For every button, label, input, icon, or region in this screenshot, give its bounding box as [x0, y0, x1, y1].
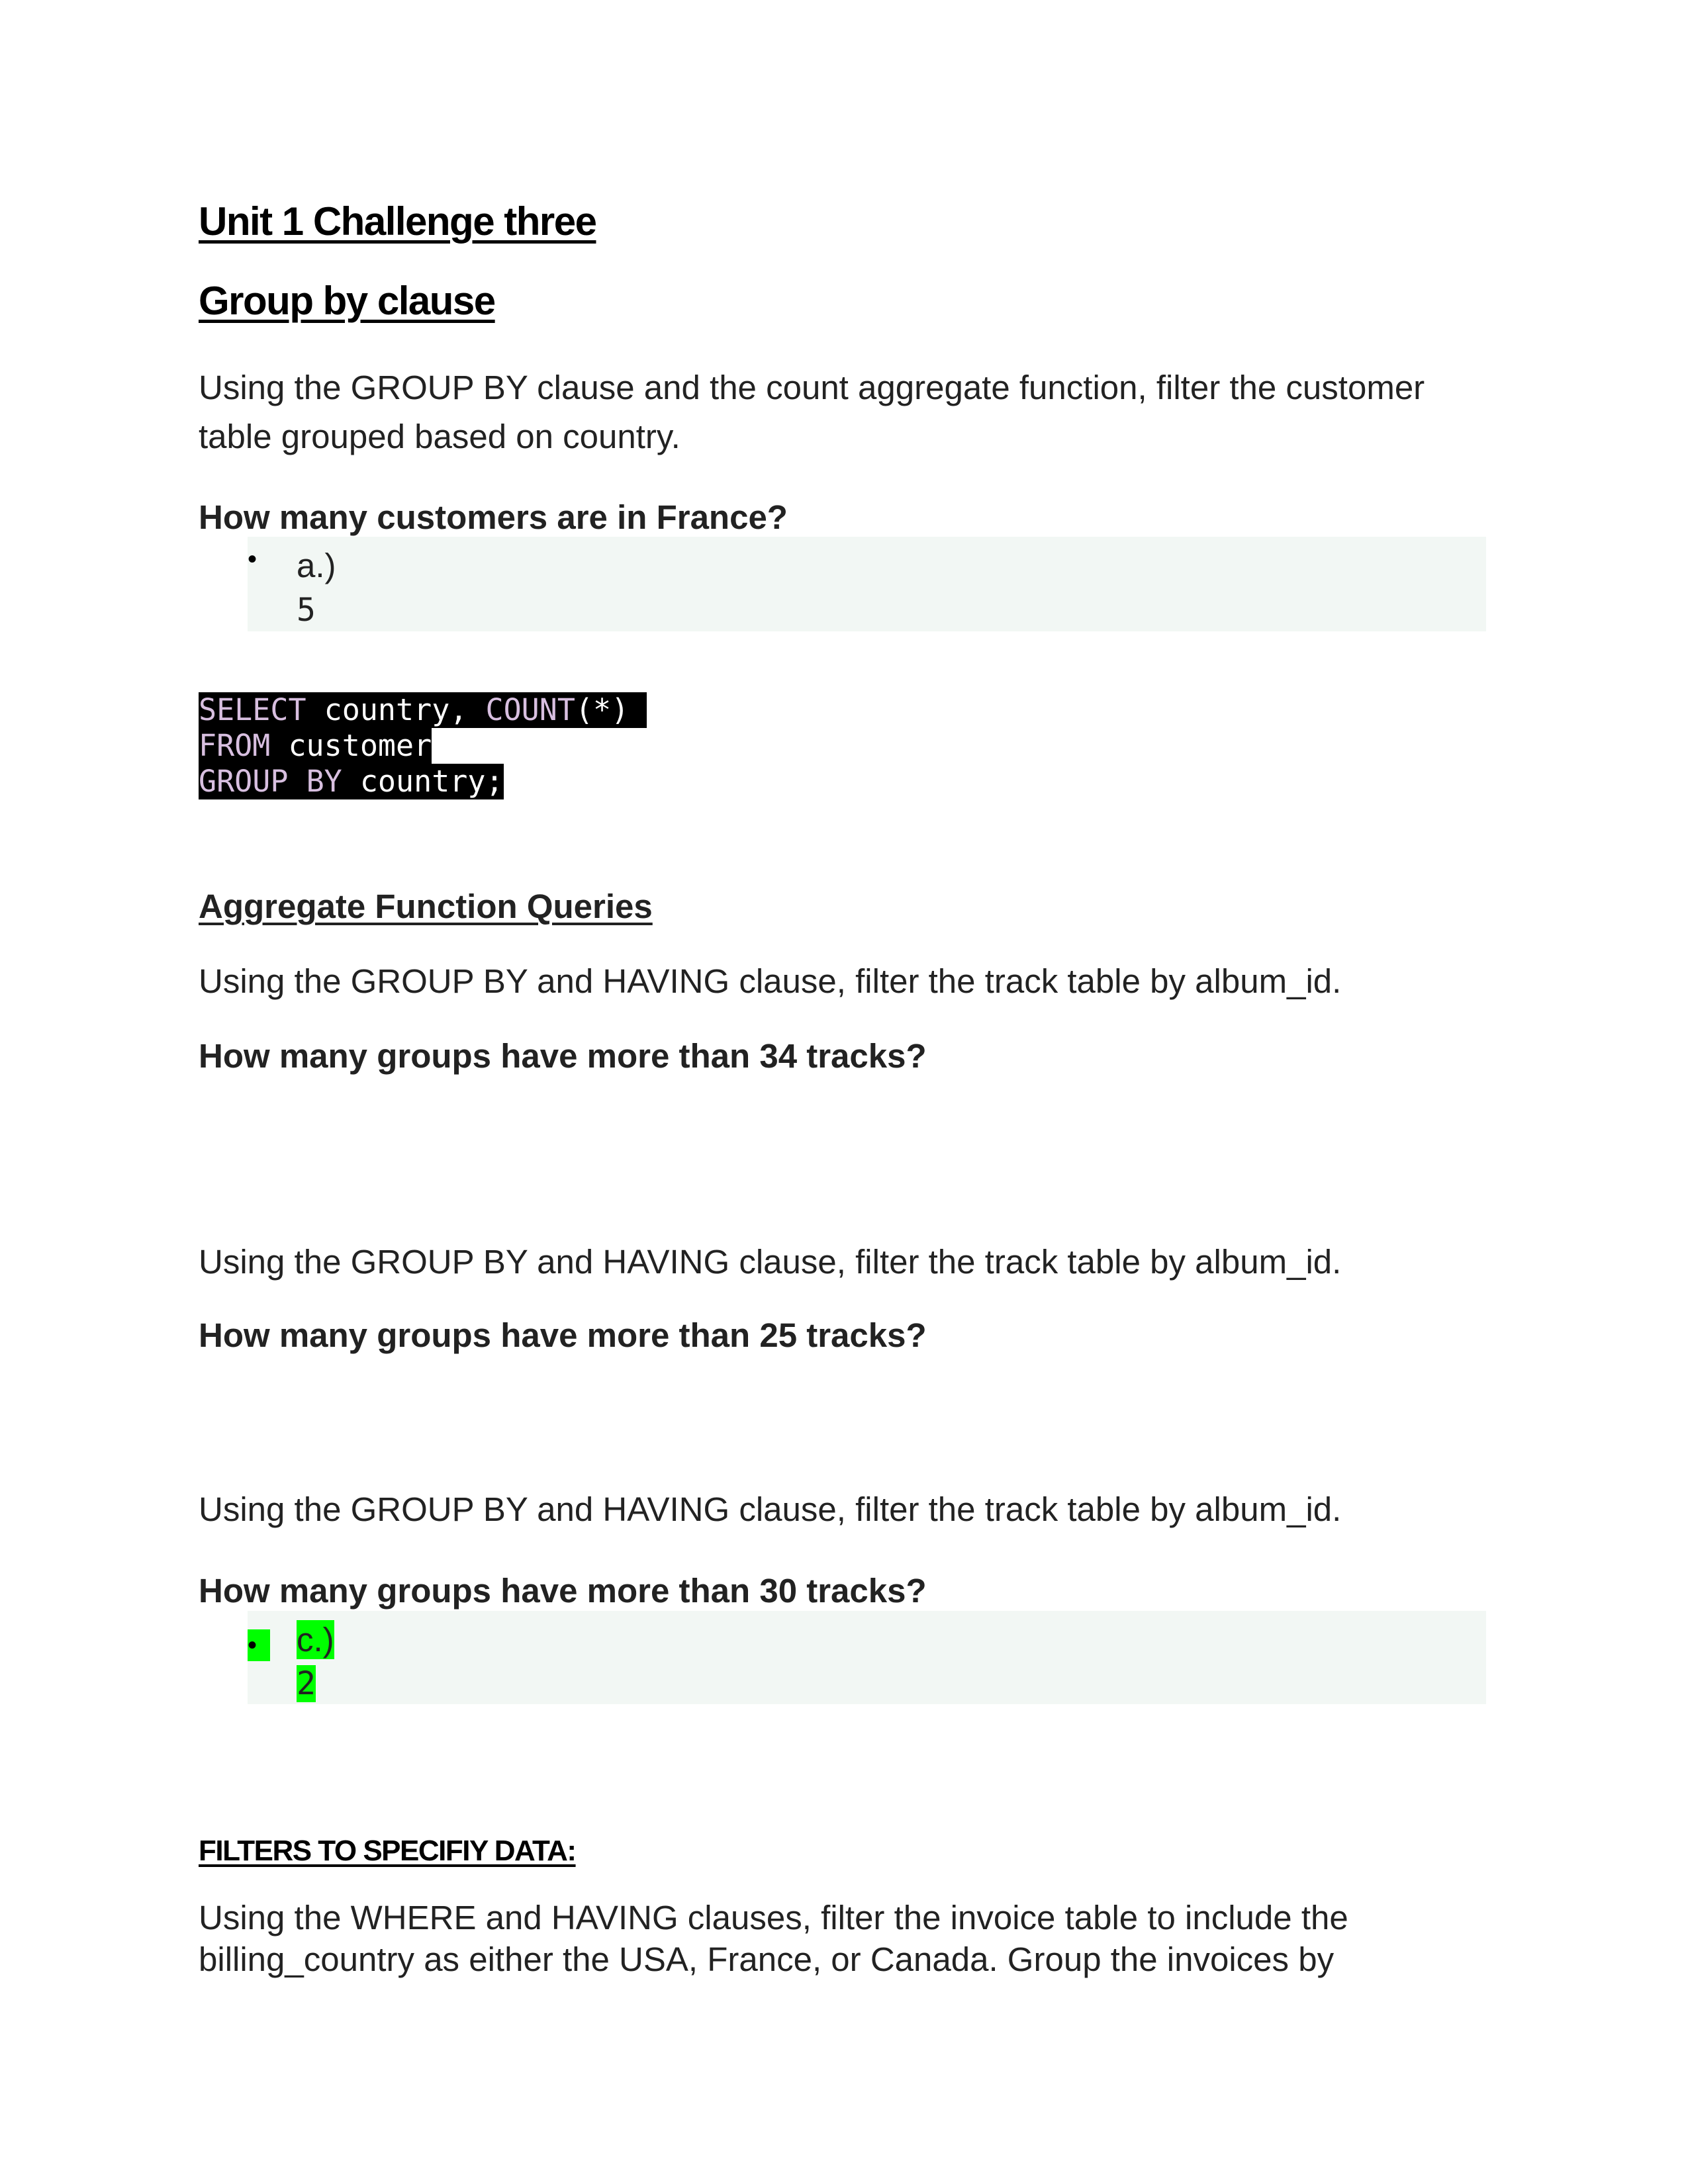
- section-heading-filters: FILTERS TO SPECIFIY DATA:: [199, 1835, 577, 1867]
- answer-value: 5: [297, 592, 316, 629]
- sql-keyword: SELECT: [199, 692, 306, 727]
- question-34-tracks: How many groups have more than 34 tracks…: [199, 1037, 927, 1075]
- answer-label: c.): [297, 1620, 334, 1659]
- code-line: GROUP BY country;: [199, 764, 647, 799]
- answer-value: 2: [297, 1665, 316, 1702]
- sql-keyword: COUNT: [485, 692, 575, 727]
- question-france: How many customers are in France?: [199, 498, 788, 536]
- answer-label: a.): [297, 547, 336, 584]
- section-heading-group-by: Group by clause: [199, 279, 496, 323]
- code-line: SELECT country, COUNT(*): [199, 692, 647, 728]
- instruction-line: table grouped based on country.: [199, 418, 680, 455]
- question-30-tracks: How many groups have more than 30 tracks…: [199, 1572, 927, 1610]
- instruction-line: billing_country as either the USA, Franc…: [199, 1940, 1335, 1978]
- instruction-line: Using the GROUP BY clause and the count …: [199, 369, 1425, 406]
- document-title: Unit 1 Challenge three: [199, 199, 597, 244]
- bullet-icon: •: [248, 545, 258, 574]
- instruction-paragraph: Using the GROUP BY clause and the count …: [199, 363, 1425, 461]
- instruction-paragraph: Using the GROUP BY and HAVING clause, fi…: [199, 962, 1342, 1000]
- sql-code-block: SELECT country, COUNT(*) FROM customer G…: [199, 692, 647, 799]
- sql-keyword: GROUP: [199, 764, 289, 799]
- answer-box: • c.) 2: [248, 1611, 1486, 1704]
- sql-keyword: BY: [306, 764, 342, 799]
- instruction-paragraph: Using the WHERE and HAVING clauses, filt…: [199, 1897, 1348, 1980]
- bullet-icon: •: [248, 1629, 271, 1661]
- instruction-paragraph: Using the GROUP BY and HAVING clause, fi…: [199, 1243, 1342, 1281]
- section-heading-aggregate: Aggregate Function Queries: [199, 887, 653, 925]
- question-25-tracks: How many groups have more than 25 tracks…: [199, 1316, 927, 1354]
- sql-text: country,: [306, 692, 486, 727]
- answer-box: • a.) 5: [248, 537, 1486, 631]
- sql-keyword: FROM: [199, 728, 271, 763]
- sql-text: customer: [270, 728, 432, 763]
- instruction-line: Using the WHERE and HAVING clauses, filt…: [199, 1899, 1348, 1936]
- sql-text: country;: [342, 764, 504, 799]
- sql-text: (*): [575, 692, 647, 727]
- instruction-paragraph: Using the GROUP BY and HAVING clause, fi…: [199, 1490, 1342, 1528]
- code-line: FROM customer: [199, 728, 647, 764]
